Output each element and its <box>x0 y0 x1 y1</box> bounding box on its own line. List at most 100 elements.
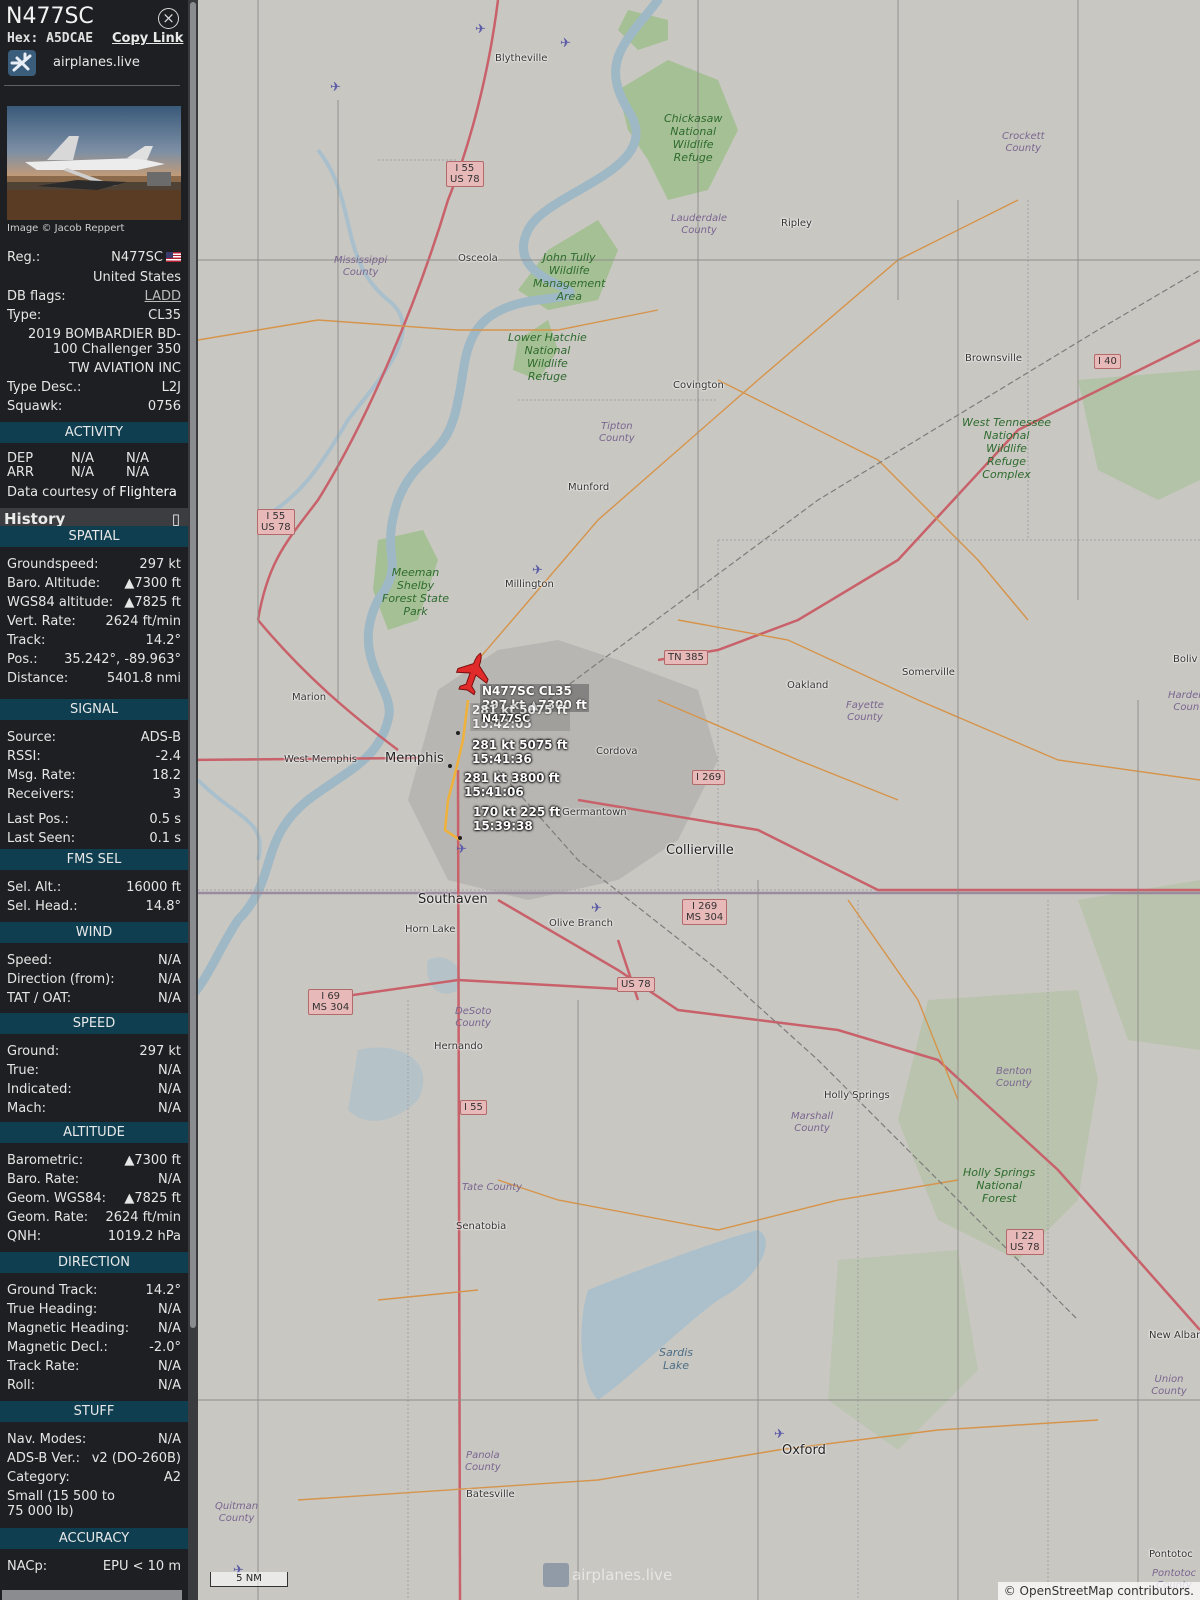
county-label: Tipton County <box>599 421 635 444</box>
direction-value: N/A <box>158 1359 181 1374</box>
wind-value: N/A <box>158 972 181 987</box>
fms-label: Sel. Alt.: <box>7 880 62 895</box>
highway-shield: I 55 <box>460 1100 487 1115</box>
aircraft-photo[interactable] <box>7 106 181 220</box>
section-header-direction: DIRECTION <box>0 1252 188 1273</box>
speed-label: Indicated: <box>7 1082 72 1097</box>
speed-label: Ground: <box>7 1044 60 1059</box>
speed-label: Mach: <box>7 1101 46 1116</box>
hex-code: A5DCAE <box>46 31 94 46</box>
close-button[interactable]: × <box>158 8 179 29</box>
courtesy-source-link[interactable]: Flightera <box>119 485 177 500</box>
track-point[interactable] <box>448 764 452 768</box>
wind-label: Direction (from): <box>7 972 115 987</box>
section-header-fms: FMS SEL <box>0 849 188 870</box>
aircraft-map-label-reg: N477SC <box>482 712 531 725</box>
aircraft-icon[interactable]: ✈ <box>560 36 571 51</box>
category-description: Small (15 500 to 75 000 lb) <box>7 1489 115 1519</box>
horizontal-scrollbar[interactable] <box>2 1590 182 1600</box>
county-label: Union County <box>1151 1374 1187 1397</box>
section-header-spatial: SPATIAL <box>0 526 188 547</box>
aircraft-icon[interactable]: ✈ <box>591 901 602 916</box>
accuracy-label: NACp: <box>7 1559 48 1574</box>
county-label: Tate County <box>462 1182 523 1193</box>
altitude-value: 1019.2 hPa <box>107 1229 181 1244</box>
county-label: Benton County <box>996 1066 1032 1089</box>
town-label: Somerville <box>902 667 955 678</box>
dep-value-b: N/A <box>126 451 149 466</box>
city-label: Southaven <box>418 892 488 907</box>
aircraft-icon[interactable]: ✈ <box>532 563 543 578</box>
stuff-value: N/A <box>158 1432 181 1447</box>
aircraft-icon[interactable]: ✈ <box>330 80 341 95</box>
stuff-value: v2 (DO-260B) <box>91 1451 181 1466</box>
town-label: Munford <box>568 482 610 493</box>
highway-shield: US 78 <box>617 977 655 992</box>
county-label: Quitman County <box>215 1501 259 1524</box>
us-flag-icon <box>166 252 181 262</box>
altitude-label: Baro. Rate: <box>7 1172 80 1187</box>
signal-label: RSSI: <box>7 749 41 764</box>
hex-line: Hex: A5DCAE <box>7 31 93 46</box>
direction-label: True Heading: <box>7 1302 98 1317</box>
track-label-2[interactable]: 281 kt 3800 ft 15:41:06 <box>464 771 560 799</box>
aircraft-icon[interactable]: ✈ <box>475 22 486 37</box>
section-header-signal: SIGNAL <box>0 699 188 720</box>
section-header-speed: SPEED <box>0 1013 188 1034</box>
owner-value: TW AVIATION INC <box>68 361 181 376</box>
hex-label: Hex: <box>7 31 39 46</box>
aircraft-icon[interactable]: ✈ <box>456 842 467 857</box>
airplanes-live-logo-icon[interactable] <box>8 50 36 76</box>
highway-shield: I 22 US 78 <box>1006 1229 1044 1255</box>
county-label: Panola County <box>465 1450 501 1473</box>
squawk-label: Squawk: <box>7 399 63 414</box>
county-label: Lauderdale County <box>671 213 728 236</box>
direction-label: Magnetic Heading: <box>7 1321 130 1336</box>
signal-label: Msg. Rate: <box>7 768 76 783</box>
aircraft-info-panel: N477SC × Hex: A5DCAE Copy Link airplanes… <box>0 0 188 1600</box>
highway-shield: I 69 MS 304 <box>308 989 354 1015</box>
signal-value: ADS-B <box>140 730 181 745</box>
map-attribution[interactable]: © OpenStreetMap contributors. <box>997 1582 1200 1600</box>
divider <box>4 85 180 86</box>
dep-value-a: N/A <box>71 451 94 466</box>
highway-shield: I 55 US 78 <box>257 509 295 535</box>
reg-label: Reg.: <box>7 250 41 265</box>
wind-value: N/A <box>158 953 181 968</box>
track-point[interactable] <box>458 836 462 840</box>
provider-label[interactable]: airplanes.live <box>53 55 140 70</box>
spatial-value: 297 kt <box>139 557 181 572</box>
db-flags-value[interactable]: LADD <box>145 289 181 304</box>
spatial-value: 2624 ft/min <box>105 614 181 629</box>
track-label-3[interactable]: 170 kt 225 ft 15:39:38 <box>473 805 560 833</box>
highway-shield: I 269 <box>692 770 726 785</box>
town-label: Osceola <box>458 253 498 264</box>
wind-label: TAT / OAT: <box>7 991 72 1006</box>
map-view[interactable]: N477SC CL35 297 kt ▲7300 ft 281 kt 5075 … <box>198 0 1200 1600</box>
highway-shield: TN 385 <box>664 650 708 665</box>
track-label-1[interactable]: 281 kt 5075 ft 15:41:36 <box>472 738 568 766</box>
stuff-value: A2 <box>163 1470 181 1485</box>
watermark-text: airplanes.live <box>572 1566 673 1584</box>
park-label: Sardis Lake <box>659 1346 694 1372</box>
photo-credit: Image © Jacob Reppert <box>7 223 125 234</box>
spatial-label: Pos.: <box>7 652 38 667</box>
town-label: Germantown <box>562 807 627 818</box>
aircraft-icon[interactable]: ✈ <box>774 1427 785 1442</box>
city-label: Memphis <box>385 751 444 766</box>
speed-label: True: <box>7 1063 39 1078</box>
county-label: Fayette County <box>846 700 884 723</box>
track-point[interactable] <box>456 731 460 735</box>
copy-link-button[interactable]: Copy Link <box>112 31 183 46</box>
section-header-stuff: STUFF <box>0 1401 188 1422</box>
spatial-value: ▲7300 ft <box>124 576 181 591</box>
altitude-label: Geom. Rate: <box>7 1210 89 1225</box>
park-label: Lower Hatchie National Wildlife Refuge <box>508 331 587 383</box>
flight-track <box>443 699 470 842</box>
airplanes-live-watermark-icon <box>543 1563 569 1587</box>
arr-value-a: N/A <box>71 465 94 480</box>
signal-value: -2.4 <box>155 749 181 764</box>
spatial-label: Baro. Altitude: <box>7 576 101 591</box>
sidebar-scroll-thumb[interactable] <box>190 2 196 1328</box>
direction-value: N/A <box>158 1378 181 1393</box>
